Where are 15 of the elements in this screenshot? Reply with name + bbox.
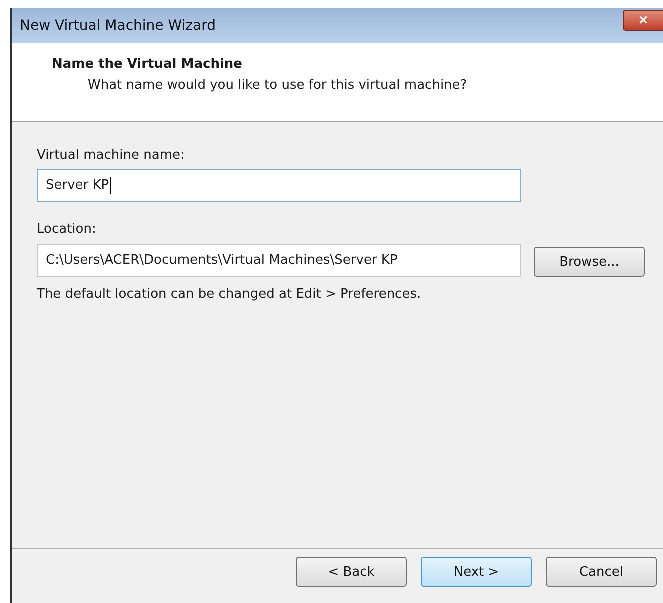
- window-title: New Virtual Machine Wizard: [20, 18, 216, 34]
- page-heading: Name the Virtual Machine: [52, 57, 244, 72]
- field-label: Location:: [37, 222, 98, 237]
- location-input-field[interactable]: C:\Users\ACER\Documents\Virtual Machines\Server KP: [37, 244, 521, 276]
- hint-text: The default location can be changed at Edit > Preferences.: [37, 287, 422, 302]
- page-subheading: What name would you like to use for this virtual machine?: [88, 78, 468, 93]
- name-input-field[interactable]: Server KP: [37, 169, 521, 202]
- close-button[interactable]: ×: [623, 10, 663, 31]
- field-label: Virtual machine name:: [37, 148, 186, 163]
- field-value: C:\Users\ACER\Documents\Virtual Machines\Server KP: [46, 252, 398, 268]
- browse-button[interactable]: Browse...: [534, 247, 645, 277]
- wizard-button[interactable]: < Back: [296, 557, 407, 587]
- field-value: Server KP: [46, 178, 110, 193]
- wizard-button[interactable]: Cancel: [546, 557, 657, 587]
- wizard-button[interactable]: Next >: [421, 557, 532, 587]
